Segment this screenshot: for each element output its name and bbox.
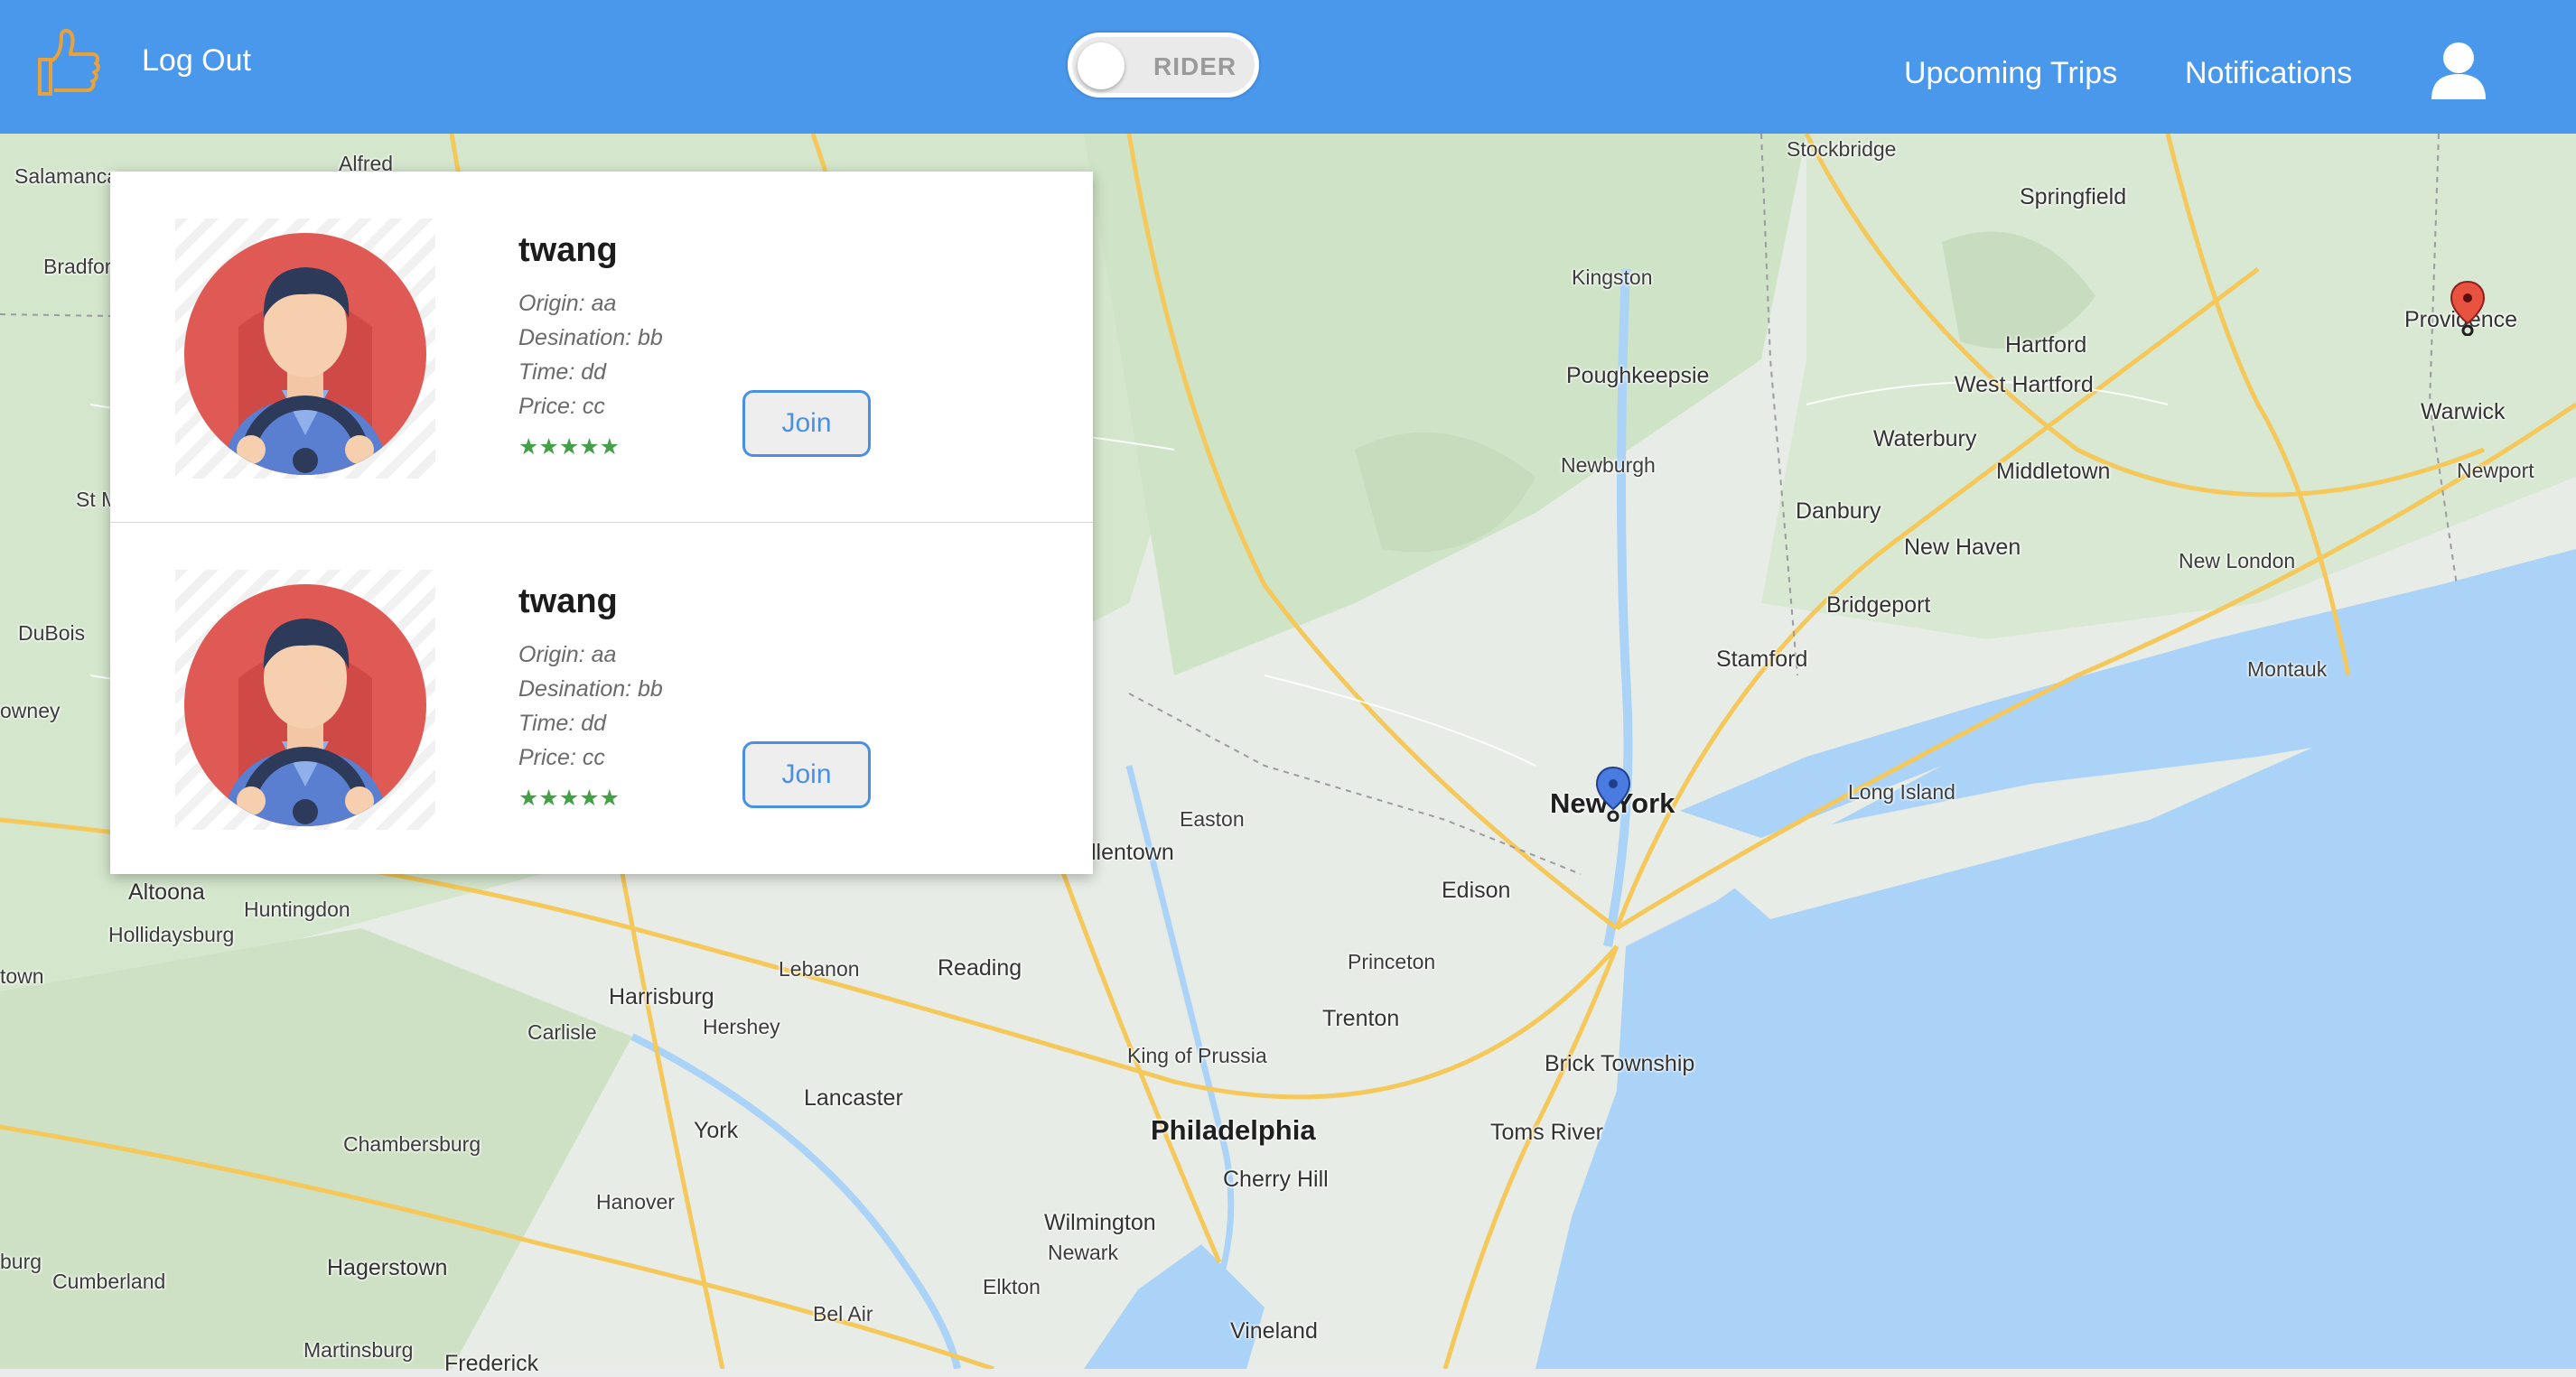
map-label: Elkton	[983, 1275, 1041, 1298]
ride-price: Price: cc	[518, 745, 605, 770]
map-label: Huntingdon	[244, 898, 350, 921]
map-label: burg	[0, 1250, 42, 1273]
nav-notifications[interactable]: Notifications	[2185, 56, 2352, 91]
toggle-knob[interactable]	[1078, 42, 1125, 89]
map-label: Warwick	[2421, 399, 2506, 424]
map-label: Middletown	[1996, 459, 2111, 484]
map-label: Kingston	[1572, 265, 1653, 289]
map-label: Stockbridge	[1787, 137, 1897, 161]
ride-price: Price: cc	[518, 394, 605, 419]
join-ride-button[interactable]: Join	[742, 390, 871, 457]
map-label: Poughkeepsie	[1566, 363, 1710, 388]
destination-map-pin[interactable]	[2450, 280, 2486, 336]
map-label: Danbury	[1796, 498, 1881, 524]
map-label: Brick Township	[1545, 1051, 1695, 1076]
toggle-label: RIDER	[1153, 52, 1237, 80]
map-label: Cherry Hill	[1223, 1167, 1329, 1192]
driver-name: twang	[518, 231, 618, 269]
map-label: Bel Air	[813, 1302, 873, 1326]
map-label: Bridgeport	[1826, 592, 1931, 618]
map-label: Easton	[1180, 807, 1245, 831]
map-label: owney	[0, 699, 61, 722]
map-label: Wilmington	[1044, 1210, 1156, 1235]
map-label: Harrisburg	[609, 984, 714, 1009]
ride-card: twang Origin: aa Desination: bb Time: dd…	[110, 172, 1093, 523]
driver-avatar	[175, 219, 435, 479]
map-label: Waterbury	[1873, 426, 1977, 451]
available-rides-panel: twang Origin: aa Desination: bb Time: dd…	[110, 172, 1093, 874]
map-label: Springfield	[2020, 184, 2127, 209]
map-label: Philadelphia	[1151, 1114, 1316, 1146]
map-label: Trenton	[1322, 1006, 1400, 1031]
map-label: Hagerstown	[327, 1255, 448, 1280]
map-label: DuBois	[18, 621, 86, 645]
map-label: Frederick	[444, 1351, 539, 1376]
ride-origin: Origin: aa	[518, 291, 617, 316]
thumbs-up-icon[interactable]	[34, 23, 101, 99]
map-label: Long Island	[1848, 780, 1955, 804]
map-label: Montauk	[2247, 657, 2328, 681]
map-label: Salamanca	[14, 164, 119, 188]
ride-destination: Desination: bb	[518, 325, 663, 350]
map-label: King of Prussia	[1127, 1044, 1267, 1067]
map-label: Reading	[938, 955, 1022, 981]
rider-driver-toggle[interactable]: RIDER	[1068, 33, 1259, 98]
map-label: llentown	[1091, 840, 1174, 865]
map-label: Newport	[2457, 459, 2534, 482]
map-label: Newark	[1048, 1241, 1118, 1264]
map-label: Hollidaysburg	[108, 923, 235, 946]
map-label: Hanover	[596, 1190, 675, 1214]
nav-upcoming-trips[interactable]: Upcoming Trips	[1904, 56, 2117, 91]
map-label: Lebanon	[779, 957, 860, 981]
map-label: Princeton	[1348, 950, 1436, 973]
map-label: Stamford	[1716, 647, 1808, 672]
map-label: Martinsburg	[303, 1338, 414, 1362]
user-icon[interactable]	[2430, 40, 2487, 101]
map-label: Hartford	[2005, 332, 2087, 358]
map-label: New London	[2179, 549, 2296, 572]
star-rating: ★★★★★	[518, 434, 621, 460]
map-label: York	[694, 1118, 739, 1143]
ride-time: Time: dd	[518, 711, 607, 736]
map-label: Vineland	[1230, 1318, 1318, 1344]
driver-avatar	[175, 570, 435, 830]
map-label: West Hartford	[1955, 372, 2094, 397]
logout-link[interactable]: Log Out	[142, 43, 251, 79]
join-ride-button[interactable]: Join	[742, 741, 871, 808]
top-navbar: Log Out RIDER Upcoming Trips Notificatio…	[0, 0, 2576, 134]
map-label: Lancaster	[804, 1085, 903, 1111]
map-label: Chambersburg	[343, 1132, 481, 1156]
map-label: Carlisle	[527, 1020, 597, 1044]
map-label: town	[0, 964, 44, 988]
ride-card: twang Origin: aa Desination: bb Time: dd…	[110, 523, 1093, 873]
map-label: Cumberland	[52, 1270, 166, 1293]
map-label: Newburgh	[1561, 453, 1656, 477]
map-label: Hershey	[703, 1015, 780, 1038]
origin-map-pin[interactable]	[1595, 766, 1631, 822]
map-label: Edison	[1442, 878, 1511, 903]
ride-origin: Origin: aa	[518, 642, 617, 667]
driver-name: twang	[518, 582, 618, 620]
ride-time: Time: dd	[518, 359, 607, 385]
map-label: Altoona	[128, 879, 205, 905]
star-rating: ★★★★★	[518, 786, 621, 811]
ride-destination: Desination: bb	[518, 676, 663, 702]
map-label: New Haven	[1904, 535, 2021, 560]
map-label: Toms River	[1490, 1120, 1604, 1145]
